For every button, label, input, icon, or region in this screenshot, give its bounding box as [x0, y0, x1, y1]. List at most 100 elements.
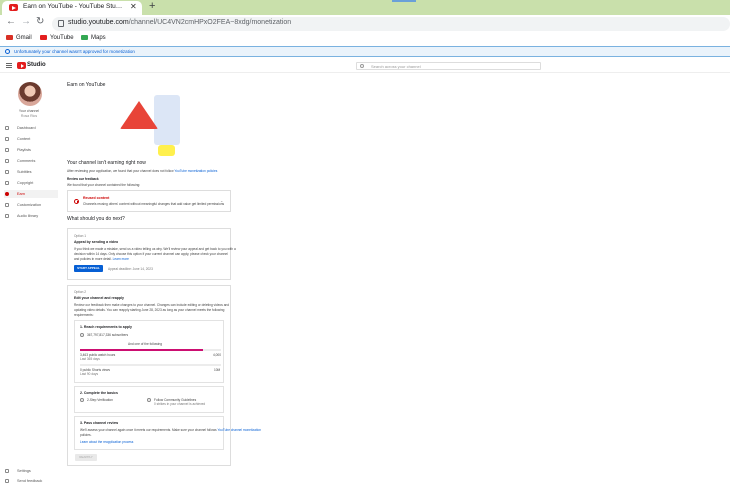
appeal-deadline: Appeal deadline: June 14, 2023 — [108, 267, 153, 271]
and-one-label: And one of the following — [128, 342, 163, 346]
reapply-button[interactable]: REAPPLY — [75, 454, 97, 461]
tab-title: Earn on YouTube - YouTube Stu… — [23, 3, 123, 10]
bookmark-youtube[interactable]: YouTube — [40, 35, 74, 41]
sidebar-item-playlists[interactable]: Playlists — [4, 146, 58, 154]
feedback-description: Channels reusing others' content without… — [83, 202, 225, 206]
option2-label: Option 2 — [74, 290, 87, 294]
dashboard-icon — [5, 125, 9, 130]
sidebar-item-copyright[interactable]: Copyright — [4, 179, 58, 187]
step3-title: 3. Pass channel review — [80, 421, 119, 425]
info-icon — [5, 49, 10, 54]
sidebar-item-customization[interactable]: Customization — [4, 201, 58, 209]
step3-desc-line1: We'll assess your channel again once it … — [80, 428, 261, 432]
youtube-favicon-icon — [9, 4, 18, 11]
illustration-yellow-shape — [158, 145, 175, 156]
option1-card: Option 1 Appeal by sending a video If yo… — [67, 228, 236, 280]
studio-logo-text: Studio — [27, 62, 46, 68]
option1-desc-line2: decision within 14 days. Only choose thi… — [74, 252, 228, 256]
channel-monetization-link[interactable]: YouTube channel monetization — [217, 428, 261, 432]
start-appeal-button[interactable]: START APPEAL — [74, 265, 103, 272]
step3-box: 3. Pass channel review We'll assess your… — [74, 416, 261, 450]
search-icon — [360, 64, 364, 68]
sidebar-item-comments[interactable]: Comments — [4, 157, 58, 165]
channel-name: Rosa Rios — [20, 114, 38, 118]
new-tab-button[interactable]: + — [149, 0, 155, 12]
status-description: After reviewing your application, we fou… — [67, 169, 218, 173]
studio-header: Studio Search across your channel — [0, 59, 730, 73]
playlists-icon — [5, 147, 9, 152]
option2-desc-line3: requirements: — [74, 313, 94, 317]
bookmark-maps[interactable]: Maps — [81, 35, 106, 41]
gmail-icon — [6, 35, 13, 40]
monetization-policies-link[interactable]: YouTube monetization policies — [174, 169, 217, 173]
youtube-logo-icon[interactable] — [17, 62, 26, 69]
option1-label: Option 1 — [74, 234, 87, 238]
close-tab-icon[interactable]: ✕ — [130, 2, 137, 11]
search-placeholder: Search across your channel — [371, 64, 421, 69]
option2-desc-line1: Review our feedback then make changes to… — [74, 303, 230, 307]
sidebar-item-content[interactable]: Content — [4, 135, 58, 143]
comments-icon — [5, 158, 9, 163]
shorts-views-sublabel: Last 90 days — [80, 372, 99, 376]
audio-library-icon — [5, 213, 9, 218]
shorts-views-target: 10M — [214, 368, 221, 372]
review-heading: Review our feedback — [67, 177, 99, 181]
two-step-label: 2-Step Verification — [87, 398, 113, 402]
sidebar-item-settings[interactable]: Settings — [4, 467, 58, 475]
subscribers-check-icon — [80, 333, 84, 337]
sidebar: Your channel Rosa Rios Dashboard Content… — [0, 74, 58, 489]
step3-desc-line2: policies. — [80, 433, 92, 437]
reapplication-learn-link[interactable]: Learn about the reapplication process — [80, 440, 133, 444]
sidebar-item-dashboard[interactable]: Dashboard — [4, 124, 58, 132]
illustration-red-triangle — [120, 101, 158, 129]
sidebar-item-subtitles[interactable]: Subtitles — [4, 168, 58, 176]
back-arrow-icon[interactable]: ← — [6, 16, 16, 27]
step1-box: 1. Reach requirements to apply 367,797,8… — [74, 320, 224, 383]
studio-search-input[interactable]: Search across your channel — [356, 62, 541, 70]
option1-desc-line1: If you think we made a mistake, send us … — [74, 247, 236, 251]
youtube-icon — [40, 35, 47, 40]
sidebar-item-send-feedback[interactable]: Send feedback — [4, 477, 58, 485]
option1-desc-line3: and policies in more detail. Learn more — [74, 257, 129, 261]
sidebar-item-audio-library[interactable]: Audio library — [4, 212, 58, 220]
url-text: studio.youtube.com/channel/UC4VN2cmHPxO2… — [68, 19, 292, 26]
watch-hours-progress-fill — [80, 349, 203, 351]
two-step-check-icon — [80, 398, 84, 402]
reload-icon[interactable]: ↻ — [36, 16, 44, 27]
hamburger-menu-icon[interactable] — [6, 63, 12, 68]
forward-arrow-icon[interactable]: → — [21, 16, 31, 27]
maps-icon — [81, 35, 88, 40]
chevron-down-icon[interactable]: ⌄ — [220, 198, 223, 203]
watch-hours-sublabel: Last 365 days — [80, 357, 100, 361]
bookmark-gmail[interactable]: Gmail — [6, 35, 32, 41]
guidelines-check-icon — [147, 398, 151, 402]
your-channel-label: Your channel — [18, 109, 40, 113]
guidelines-sublabel: 0 strikes in your channel is achieved — [154, 402, 206, 406]
option2-title: Edit your channel and reapply — [74, 296, 124, 300]
main-content: Earn on YouTube Your channel isn't earni… — [58, 74, 730, 489]
step2-title: 2. Complete the basics — [80, 391, 118, 395]
next-steps-heading: What should you do next? — [67, 216, 125, 222]
url-bar[interactable]: studio.youtube.com/channel/UC4VN2cmHPxO2… — [52, 17, 730, 31]
learn-more-link[interactable]: Learn more — [113, 257, 129, 261]
status-title: Your channel isn't earning right now — [67, 160, 146, 166]
avatar[interactable] — [18, 82, 42, 106]
gear-icon — [5, 468, 9, 473]
watch-hours-progress — [80, 349, 221, 351]
option1-title: Appeal by sending a video — [74, 240, 119, 244]
earn-icon — [5, 191, 9, 196]
bookmarks-bar: Gmail YouTube Maps — [0, 32, 730, 45]
customization-icon — [5, 202, 9, 207]
feedback-card[interactable]: Reused content Channels reusing others' … — [67, 190, 231, 212]
content-icon — [5, 136, 9, 141]
shorts-progress — [80, 364, 221, 366]
browser-tab[interactable]: Earn on YouTube - YouTube Stu… ✕ — [2, 1, 142, 15]
subscribers-label: 367,797,817,336 subscribers — [87, 333, 129, 337]
option2-desc-line2: updating video details. You can reapply … — [74, 308, 225, 312]
step2-box: 2. Complete the basics 2-Step Verificati… — [74, 386, 224, 413]
sidebar-item-earn[interactable]: Earn — [4, 190, 58, 198]
feedback-title: Reused content — [83, 196, 110, 200]
warning-icon — [74, 199, 79, 204]
option2-card: Option 2 Edit your channel and reapply R… — [67, 285, 261, 466]
browser-tab-strip: Earn on YouTube - YouTube Stu… ✕ + — [0, 0, 730, 15]
